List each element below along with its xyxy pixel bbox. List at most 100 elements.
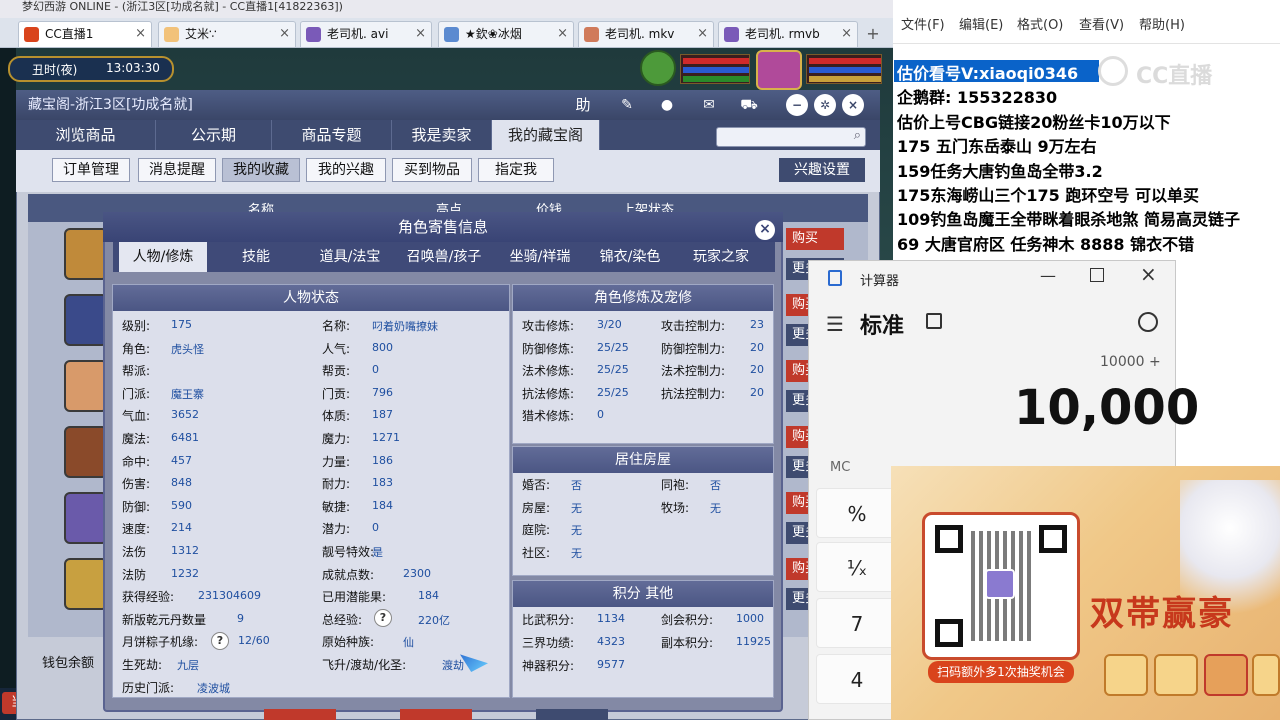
tab-seller[interactable]: 我是卖家 — [392, 120, 492, 150]
list-item-avatar[interactable] — [64, 558, 108, 610]
browser-tab-avi[interactable]: 老司机. avi × — [300, 21, 432, 47]
close-icon[interactable]: × — [557, 22, 568, 46]
hamburger-icon[interactable]: ☰ — [826, 312, 844, 336]
browser-tab-cc[interactable]: CC直播1 × — [18, 21, 152, 47]
help-icon[interactable]: ? — [211, 632, 229, 650]
menu-view[interactable]: 查看(V) — [1079, 14, 1124, 33]
score-title: 积分 其他 — [513, 581, 773, 607]
assigned-me-button[interactable]: 指定我 — [478, 158, 554, 182]
pin-icon[interactable]: ✎ — [616, 94, 638, 116]
history-icon[interactable] — [1138, 312, 1158, 332]
minimize-icon[interactable]: — — [1040, 266, 1056, 285]
four-button[interactable]: 4 — [816, 654, 898, 704]
close-icon[interactable]: × — [842, 94, 864, 116]
cultivation-label: 攻击修炼: — [522, 319, 575, 333]
cart-icon[interactable]: ⛟ — [738, 94, 760, 116]
prize-item-icon[interactable] — [1154, 654, 1198, 696]
close-icon[interactable]: × — [135, 22, 146, 46]
close-icon[interactable]: × — [755, 220, 775, 240]
dialog-action-button[interactable] — [536, 709, 608, 720]
stat-value: 590 — [171, 498, 192, 512]
cbg-search-input[interactable]: ⌕ — [716, 127, 866, 147]
stat-value: 220亿 — [418, 613, 450, 627]
stat-value: 187 — [372, 408, 393, 422]
order-manage-button[interactable]: 订单管理 — [52, 158, 130, 182]
cultivation-label: 猎术修炼: — [522, 409, 575, 424]
browser-tab-bingyan[interactable]: ★欽❀冰烟 × — [438, 21, 574, 47]
stat-value: 796 — [372, 385, 393, 399]
tab-outfits[interactable]: 锦衣/染色 — [587, 242, 673, 272]
reciprocal-button[interactable]: ¹⁄ₓ — [816, 542, 898, 592]
record-icon[interactable]: ● — [656, 94, 678, 116]
tab-items[interactable]: 道具/法宝 — [305, 242, 395, 272]
house-label: 社区: — [522, 545, 551, 560]
new-tab-button[interactable]: + — [862, 24, 884, 44]
stat-label: 级别: — [122, 319, 151, 333]
game-pet-icon[interactable] — [640, 50, 676, 86]
dialog-action-button[interactable] — [400, 709, 472, 720]
prize-item-icon[interactable] — [1252, 654, 1280, 696]
window-title: 梦幻西游 ONLINE - (浙江3区[功成名就] - CC直播1[418223… — [0, 0, 893, 18]
message-remind-button[interactable]: 消息提醒 — [138, 158, 216, 182]
tab-my-cbg[interactable]: 我的藏宝阁 — [492, 120, 600, 150]
prize-phone-icon[interactable] — [1204, 654, 1248, 696]
percent-button[interactable]: % — [816, 488, 898, 538]
menu-format[interactable]: 格式(O) — [1017, 14, 1063, 33]
menu-file[interactable]: 文件(F) — [901, 14, 945, 33]
my-favorites-button[interactable]: 我的收藏 — [222, 158, 300, 182]
tab-browse[interactable]: 浏览商品 — [16, 120, 156, 150]
tab-mounts[interactable]: 坐骑/祥瑞 — [495, 242, 585, 272]
list-item-avatar[interactable] — [64, 294, 108, 346]
dialog-action-button[interactable] — [264, 709, 336, 720]
control-label: 防御控制力: — [661, 341, 726, 356]
list-item-avatar[interactable] — [64, 228, 108, 280]
tab-public[interactable]: 公示期 — [156, 120, 272, 150]
status-title: 人物状态 — [113, 285, 509, 311]
browser-tab-aimi[interactable]: 艾米∵ × — [158, 21, 296, 47]
browser-tab-mkv[interactable]: 老司机. mkv × — [578, 21, 714, 47]
list-item-avatar[interactable] — [64, 360, 108, 412]
close-icon[interactable]: × — [1140, 262, 1157, 286]
qr-code[interactable] — [922, 512, 1080, 660]
tab-skills[interactable]: 技能 — [211, 242, 301, 272]
interest-settings-button[interactable]: 兴趣设置 — [779, 158, 865, 182]
help-button[interactable]: 助 — [572, 94, 594, 116]
tab-home[interactable]: 玩家之家 — [675, 242, 767, 272]
buy-button[interactable]: 购买 — [786, 228, 844, 250]
prize-item-icon[interactable] — [1104, 654, 1148, 696]
tab-topics[interactable]: 商品专题 — [272, 120, 392, 150]
stat-label: 体质: — [322, 409, 351, 424]
help-icon[interactable]: ? — [374, 609, 392, 627]
list-item-avatar[interactable] — [64, 492, 108, 544]
stat-label: 命中: — [122, 454, 151, 469]
score-label: 比武积分: — [522, 613, 575, 627]
player-avatar[interactable] — [756, 50, 802, 90]
stat-label: 飞升/渡劫/化圣: — [322, 658, 407, 672]
browser-tab-rmvb[interactable]: 老司机. rmvb × — [718, 21, 858, 47]
tab-character[interactable]: 人物/修炼 — [119, 242, 207, 272]
seven-button[interactable]: 7 — [816, 598, 898, 648]
minimize-icon[interactable]: − — [786, 94, 808, 116]
close-icon[interactable]: × — [415, 22, 426, 46]
list-item-avatar[interactable] — [64, 426, 108, 478]
bought-items-button[interactable]: 买到物品 — [392, 158, 472, 182]
score-label: 副本积分: — [661, 636, 714, 650]
stat-value: 0 — [372, 363, 379, 377]
cangbaoge-title: 藏宝阁-浙江3区[功成名就] — [28, 97, 193, 113]
avatar-icon — [306, 27, 321, 42]
tab-pets[interactable]: 召唤兽/孩子 — [397, 242, 491, 272]
keep-on-top-icon[interactable] — [926, 313, 942, 329]
close-icon[interactable]: × — [841, 22, 852, 46]
settings-icon[interactable]: ✲ — [814, 94, 836, 116]
close-icon[interactable]: × — [279, 22, 290, 46]
maximize-icon[interactable] — [1090, 268, 1104, 282]
menu-edit[interactable]: 编辑(E) — [959, 14, 1003, 33]
menu-help[interactable]: 帮助(H) — [1139, 14, 1185, 33]
stat-label: 人气: — [322, 341, 351, 356]
stat-label: 月饼粽子机缘: — [122, 635, 199, 650]
message-icon[interactable]: ✉ — [698, 94, 720, 116]
search-icon[interactable]: ⌕ — [854, 128, 861, 143]
memory-clear-button[interactable]: MC — [830, 460, 850, 475]
my-interest-button[interactable]: 我的兴趣 — [306, 158, 386, 182]
close-icon[interactable]: × — [697, 22, 708, 46]
